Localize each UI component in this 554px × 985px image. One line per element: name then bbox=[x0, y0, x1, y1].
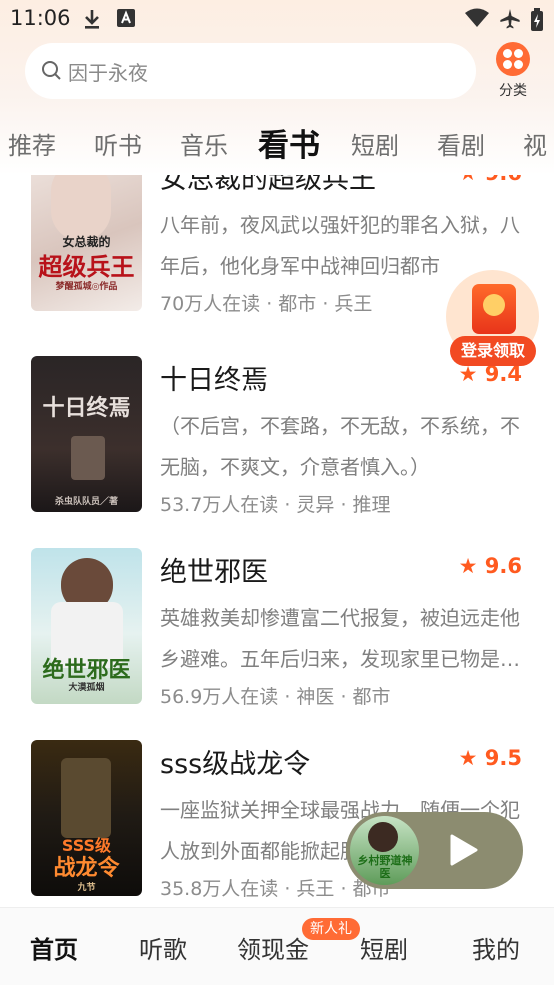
wifi-icon bbox=[465, 8, 489, 27]
book-cover: 十日终焉 杀虫队队员／著 bbox=[31, 356, 142, 512]
cover-author: 大漠孤烟 bbox=[68, 683, 105, 693]
channel-tabs: 推荐 听书 音乐 看书 短剧 看剧 视 bbox=[0, 120, 554, 170]
rating-value: 9.6 bbox=[485, 175, 522, 185]
book-meta: 70万人在读 · 都市 · 兵王 bbox=[160, 293, 373, 315]
bottom-nav: 首页 听歌 领现金 新人礼 短剧 我的 bbox=[0, 907, 554, 985]
rating-value: 9.5 bbox=[484, 746, 522, 770]
book-rating: ★ 9.6 bbox=[459, 175, 522, 185]
battery-icon bbox=[531, 8, 543, 31]
tab-recommend[interactable]: 推荐 bbox=[8, 126, 56, 161]
book-cover: 女总裁的 超级兵王 梦醒孤城◎作品 bbox=[31, 175, 142, 311]
status-time: 11:06 bbox=[10, 6, 71, 30]
tab-audiobook[interactable]: 听书 bbox=[94, 126, 142, 161]
status-bar: 11:06 bbox=[0, 0, 554, 38]
search-input[interactable]: 因于永夜 bbox=[25, 43, 476, 99]
login-reward-float[interactable]: 登录领取 bbox=[446, 270, 539, 370]
download-icon bbox=[85, 10, 99, 29]
player-cover-title: 乡村野道神医 bbox=[357, 854, 413, 880]
category-icon bbox=[496, 42, 530, 76]
category-button[interactable]: 分类 bbox=[490, 42, 536, 100]
star-icon: ★ bbox=[458, 746, 478, 770]
coin-icon bbox=[483, 294, 505, 316]
book-rating: ★ 9.6 bbox=[459, 554, 522, 578]
cover-title: 超级兵王 bbox=[38, 253, 135, 281]
search-placeholder: 因于永夜 bbox=[68, 61, 148, 85]
category-label: 分类 bbox=[499, 83, 527, 99]
star-icon: ★ bbox=[459, 175, 478, 185]
tab-video[interactable]: 视 bbox=[523, 126, 547, 161]
cover-author: 杀虫队队员／著 bbox=[54, 497, 118, 507]
nav-profile[interactable]: 我的 bbox=[472, 930, 520, 965]
nav-short-drama[interactable]: 短剧 bbox=[360, 930, 408, 965]
player-cover: 乡村野道神医 bbox=[350, 816, 419, 885]
book-cover: SSS级 战龙令 九节 bbox=[31, 740, 142, 896]
tab-drama[interactable]: 看剧 bbox=[437, 126, 485, 161]
cover-author: 九节 bbox=[77, 883, 96, 893]
login-reward-label: 登录领取 bbox=[450, 336, 536, 366]
tab-short-drama[interactable]: 短剧 bbox=[351, 126, 399, 161]
nav-listen[interactable]: 听歌 bbox=[139, 930, 187, 965]
play-icon[interactable] bbox=[448, 834, 478, 866]
cover-title: 十日终焉 bbox=[42, 396, 131, 421]
cover-author: 梦醒孤城◎作品 bbox=[55, 282, 118, 292]
book-description: （不后宫，不套路，不无敌，不系统，不无脑，不爽文，介意者慎入。） bbox=[160, 414, 520, 479]
star-icon: ★ bbox=[458, 554, 478, 578]
nav-earn-cash[interactable]: 领现金 bbox=[237, 930, 309, 965]
list-item[interactable]: 绝世邪医 大漠孤烟 绝世邪医 ★ 9.6 英雄救美却惨遭富二代报复，被迫远走他乡… bbox=[0, 548, 554, 720]
book-title: 绝世邪医 bbox=[160, 557, 268, 588]
tab-read[interactable]: 看书 bbox=[258, 120, 320, 165]
list-item[interactable]: 十日终焉 杀虫队队员／著 十日终焉 ★ 9.4 （不后宫，不套路，不无敌，不系统… bbox=[0, 356, 554, 528]
new-user-badge: 新人礼 bbox=[302, 918, 360, 940]
mini-player[interactable]: 乡村野道神医 bbox=[346, 812, 523, 889]
rating-value: 9.6 bbox=[484, 554, 522, 578]
book-title: 女总裁的超级兵王 bbox=[160, 175, 376, 195]
book-meta: 53.7万人在读 · 灵异 · 推理 bbox=[160, 494, 391, 516]
airplane-icon bbox=[500, 9, 520, 29]
font-icon bbox=[117, 9, 135, 27]
book-title: 十日终焉 bbox=[160, 365, 268, 396]
nav-home[interactable]: 首页 bbox=[30, 930, 78, 965]
book-cover: 绝世邪医 大漠孤烟 bbox=[31, 548, 142, 704]
tab-music[interactable]: 音乐 bbox=[180, 126, 228, 161]
search-icon bbox=[42, 61, 61, 80]
book-rating: ★ 9.5 bbox=[459, 746, 522, 770]
book-description: 英雄救美却惨遭富二代报复，被迫远走他乡避难。五年后归来，发现家里已物是人非 bbox=[160, 606, 520, 671]
book-title: sss级战龙令 bbox=[160, 749, 311, 780]
cover-title: 战龙令 bbox=[53, 856, 120, 881]
book-meta: 56.9万人在读 · 神医 · 都市 bbox=[160, 686, 391, 708]
